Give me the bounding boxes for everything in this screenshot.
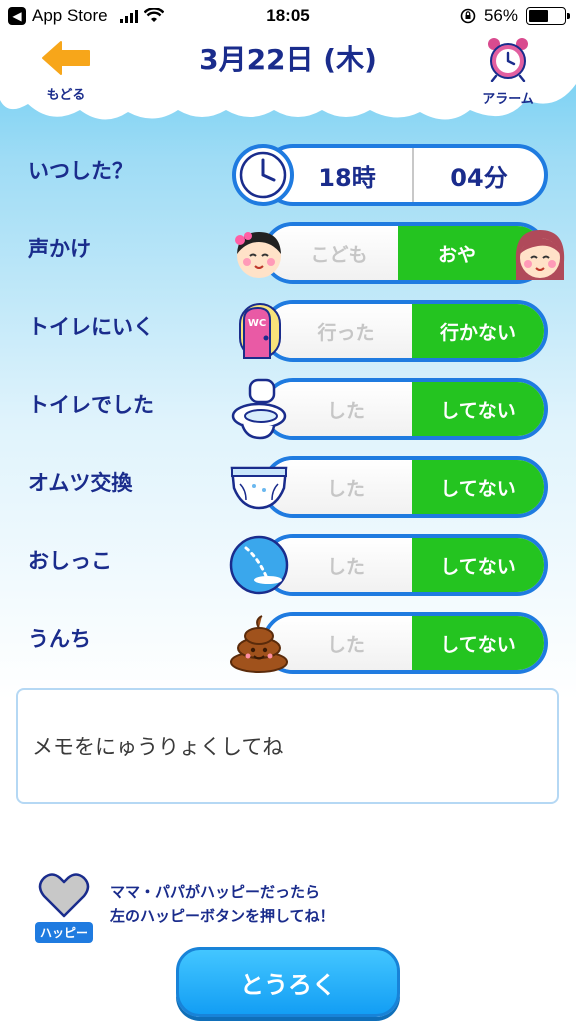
time-row: いつした？ 18時 04分 <box>0 138 576 206</box>
status-right: 56% <box>460 6 570 26</box>
happy-hint-line1: ママ・パパがハッピーだったら <box>110 883 321 901</box>
toggle-pee: した してない <box>262 534 548 596</box>
option-did-not[interactable]: してない <box>412 616 544 670</box>
row-pee: おしっこ した してない <box>0 528 576 596</box>
time-row-label: いつした？ <box>28 159 133 183</box>
row-go-toilet: トイレにいく 行った 行かない WC <box>0 294 576 362</box>
row-voice-call: 声かけ こども おや <box>0 216 576 284</box>
row-used-toilet: トイレでした した してない <box>0 372 576 440</box>
row-label: おしっこ <box>28 549 112 573</box>
minute-selector[interactable]: 04分 <box>412 148 544 202</box>
toggle-used-toilet: した してない <box>262 378 548 440</box>
heart-icon <box>38 873 90 918</box>
happy-button[interactable]: ハッピー <box>32 872 96 944</box>
option-did-not[interactable]: してない <box>412 460 544 514</box>
parent-face-icon <box>515 230 565 280</box>
alarm-button[interactable]: アラーム <box>468 36 548 107</box>
battery-percent: 56% <box>483 6 518 25</box>
happy-label: ハッピー <box>34 922 93 943</box>
alarm-clock-icon <box>488 38 528 83</box>
diaper-icon <box>230 466 288 510</box>
row-label: トイレでした <box>28 393 154 417</box>
alarm-label: アラーム <box>482 92 534 107</box>
clock-icon <box>232 144 294 206</box>
option-did-not[interactable]: してない <box>412 538 544 592</box>
toggle-poop: した してない <box>262 612 548 674</box>
battery-icon <box>526 7 570 25</box>
memo-input[interactable]: メモをにゅうりょくしてね <box>16 688 559 804</box>
time-selector: 18時 04分 <box>262 144 548 206</box>
toggle-voice-call: こども おや <box>262 222 548 284</box>
toggle-go-toilet: 行った 行かない <box>262 300 548 362</box>
happy-hint-line2: 左のハッピーボタンを押してね！ <box>110 907 335 925</box>
toggle-diaper-change: した してない <box>262 456 548 518</box>
option-did-not-go[interactable]: 行かない <box>412 304 544 358</box>
row-label: 声かけ <box>28 237 91 261</box>
status-bar: ◀ App Store 18:05 56% <box>0 0 576 34</box>
row-label: うんち <box>28 627 91 651</box>
row-poop: うんち した してない <box>0 606 576 674</box>
rotation-lock-icon <box>460 8 476 24</box>
register-button[interactable]: とうろく <box>176 947 400 1017</box>
door-wc-label: WC <box>248 318 266 329</box>
toilet-icon <box>231 378 287 440</box>
option-did-not[interactable]: してない <box>412 382 544 436</box>
row-diaper-change: オムツ交換 した してない <box>0 450 576 518</box>
poop-icon <box>230 615 288 673</box>
row-label: オムツ交換 <box>28 471 133 495</box>
back-label: もどる <box>46 88 86 103</box>
happy-hint: ママ・パパがハッピーだったら 左のハッピーボタンを押してね！ <box>110 880 335 928</box>
toilet-door-icon: WC <box>239 303 281 359</box>
row-label: トイレにいく <box>28 315 154 339</box>
pee-drop-icon <box>229 535 289 595</box>
child-face-icon <box>235 232 281 278</box>
